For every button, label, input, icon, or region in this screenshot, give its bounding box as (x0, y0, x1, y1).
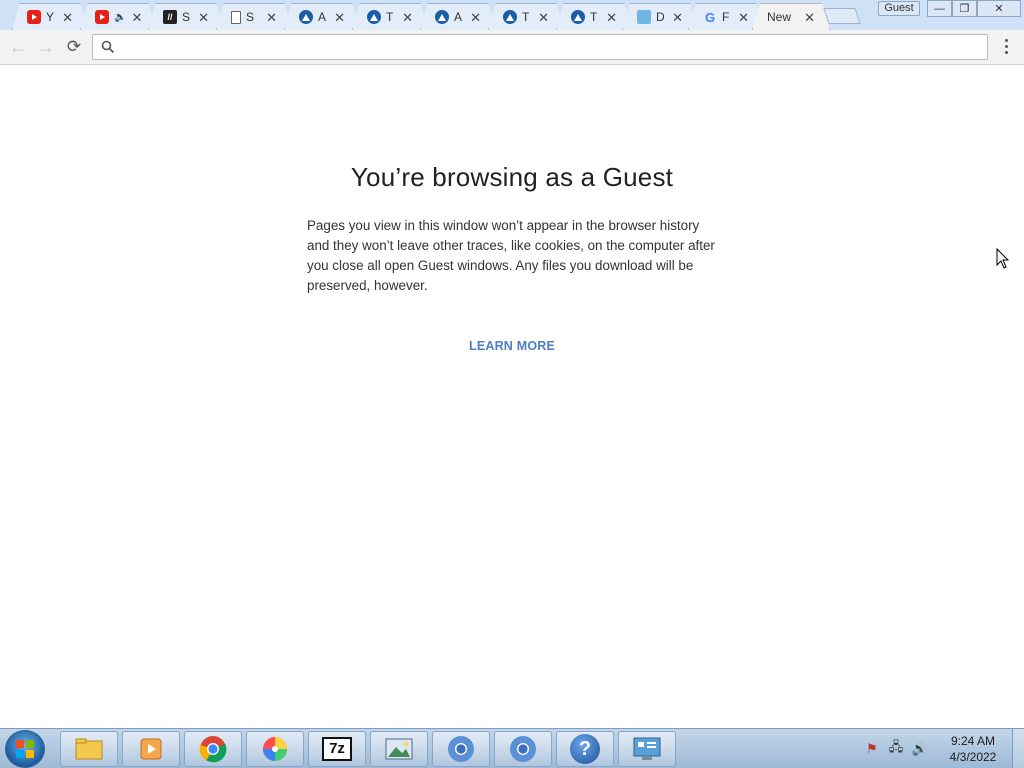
tab-new-active[interactable]: New ✕ (752, 3, 830, 30)
guest-page: You’re browsing as a Guest Pages you vie… (0, 66, 1024, 728)
7zip-icon: 7z (322, 737, 352, 761)
windows-taskbar: 7z ? ⚑ 🖧 🔊 9:24 AM 4/3/2022 (0, 728, 1024, 768)
tab-strip: Y ✕ 🔈 ✕ // S ✕ S ✕ A ✕ T ✕ A ✕ T ✕ T ✕ D… (0, 0, 1024, 30)
action-center-flag-icon[interactable]: ⚑ (864, 741, 880, 757)
blue-triangle-icon (299, 10, 313, 24)
windows-logo-icon (16, 740, 34, 758)
new-tab-button[interactable] (823, 8, 861, 24)
map-icon (637, 10, 651, 24)
start-button[interactable] (5, 730, 45, 768)
dark-app-icon: // (163, 10, 177, 24)
network-icon[interactable]: 🖧 (888, 739, 904, 757)
tab-close-icon[interactable]: ✕ (738, 11, 749, 24)
tab-s-app[interactable]: // S ✕ (148, 3, 224, 30)
tab-label: A (318, 10, 327, 24)
tab-label: A (454, 10, 463, 24)
blue-triangle-icon (503, 10, 517, 24)
learn-more-link[interactable]: LEARN MORE (0, 339, 1024, 353)
back-arrow-icon[interactable]: ← (7, 37, 29, 57)
media-player-button[interactable] (122, 731, 180, 767)
document-icon (231, 10, 241, 24)
tab-close-icon[interactable]: ✕ (606, 11, 617, 24)
address-bar[interactable] (92, 34, 988, 60)
tab-close-icon[interactable]: ✕ (334, 11, 345, 24)
tab-close-icon[interactable]: ✕ (266, 11, 277, 24)
tab-youtube-2[interactable]: 🔈 ✕ (80, 3, 156, 30)
tab-close-icon[interactable]: ✕ (402, 11, 413, 24)
address-input[interactable] (121, 37, 981, 57)
clock-date: 4/3/2022 (949, 750, 997, 764)
tab-a-2[interactable]: A ✕ (420, 3, 496, 30)
file-explorer-icon (75, 738, 103, 760)
tab-label: T (522, 10, 530, 24)
tab-close-icon[interactable]: ✕ (131, 11, 142, 24)
tab-label: Y (46, 10, 55, 24)
tab-s-doc[interactable]: S ✕ (216, 3, 292, 30)
reload-icon[interactable]: ⟳ (63, 37, 85, 57)
tab-label: New (767, 10, 792, 24)
guest-description: Pages you view in this window won’t appe… (307, 218, 715, 293)
tab-close-icon[interactable]: ✕ (804, 11, 815, 24)
show-desktop-button[interactable] (1012, 729, 1024, 768)
7zip-button[interactable]: 7z (308, 731, 366, 767)
help-glyph: ? (578, 738, 592, 760)
7zip-label: 7z (329, 740, 345, 757)
youtube-icon (27, 10, 41, 24)
profile-guest-badge[interactable]: Guest (878, 1, 920, 16)
chromium-button-2[interactable] (494, 731, 552, 767)
tab-close-icon[interactable]: ✕ (672, 11, 683, 24)
control-panel-button[interactable] (618, 731, 676, 767)
forward-arrow-icon[interactable]: → (35, 37, 57, 57)
tab-label: S (246, 10, 255, 24)
system-tray: ⚑ 🖧 🔊 (864, 739, 928, 757)
google-icon: G (704, 9, 716, 25)
page-title: You’re browsing as a Guest (350, 162, 674, 192)
help-icon: ? (570, 734, 600, 764)
chromium-icon (448, 736, 474, 762)
tab-label: T (590, 10, 598, 24)
tab-close-icon[interactable]: ✕ (198, 11, 209, 24)
volume-icon[interactable]: 🔊 (912, 741, 928, 757)
chrome-button[interactable] (184, 731, 242, 767)
browser-menu-icon[interactable] (1000, 39, 1012, 57)
system-clock[interactable]: 9:24 AM 4/3/2022 (938, 733, 1008, 765)
chromium-button-1[interactable] (432, 731, 490, 767)
pinwheel-icon (263, 737, 287, 761)
speaker-icon: 🔈 (114, 11, 127, 23)
tab-d-map[interactable]: D ✕ (622, 3, 698, 30)
tab-close-icon[interactable]: ✕ (538, 11, 549, 24)
youtube-icon (95, 10, 109, 24)
tab-youtube-1[interactable]: Y ✕ (12, 3, 88, 30)
control-panel-icon (633, 737, 661, 760)
tab-t-3[interactable]: T ✕ (556, 3, 632, 30)
search-icon (101, 40, 115, 54)
chromium-icon (510, 736, 536, 762)
media-player-icon (140, 738, 162, 760)
browser-toolbar: ← → ⟳ (0, 30, 1024, 65)
restore-button[interactable]: ❐ (952, 0, 977, 17)
tab-close-icon[interactable]: ✕ (470, 11, 481, 24)
tab-label: D (656, 10, 665, 24)
tab-f-google[interactable]: G F ✕ (688, 3, 764, 30)
image-viewer-button[interactable] (370, 731, 428, 767)
image-viewer-icon (385, 738, 413, 760)
tab-close-icon[interactable]: ✕ (62, 11, 73, 24)
blue-triangle-icon (435, 10, 449, 24)
tab-t-2[interactable]: T ✕ (488, 3, 564, 30)
blue-triangle-icon (367, 10, 381, 24)
blue-triangle-icon (571, 10, 585, 24)
tab-t-1[interactable]: T ✕ (352, 3, 428, 30)
tab-label: F (722, 10, 730, 24)
minimize-button[interactable]: — (927, 0, 952, 17)
file-explorer-button[interactable] (60, 731, 118, 767)
chrome-icon (199, 736, 227, 763)
pinwheel-app-button[interactable] (246, 731, 304, 767)
mouse-cursor-icon (996, 248, 1010, 269)
help-button[interactable]: ? (556, 731, 614, 767)
tab-label: T (386, 10, 394, 24)
close-window-button[interactable]: ✕ (977, 0, 1021, 17)
clock-time: 9:24 AM (950, 734, 996, 748)
tab-a-1[interactable]: A ✕ (284, 3, 360, 30)
tab-label: S (182, 10, 191, 24)
